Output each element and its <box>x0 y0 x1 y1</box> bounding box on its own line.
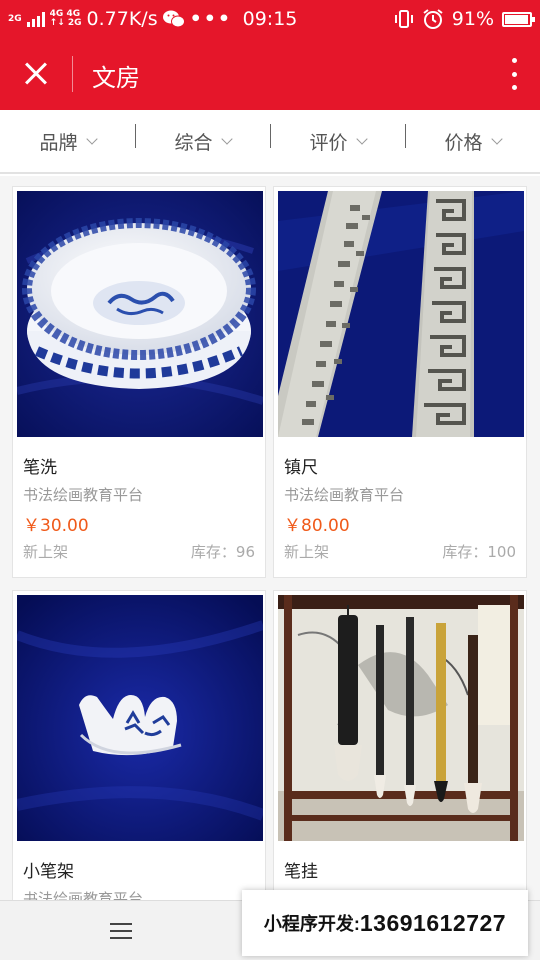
product-store: 书法绘画教育平台 <box>284 486 405 504</box>
battery-percent: 91% <box>451 8 494 30</box>
product-image-brush-washer <box>17 191 263 437</box>
contact-banner[interactable]: 小程序开发: 13691612727 <box>242 890 528 956</box>
product-stock: 库存：96 <box>190 543 255 561</box>
page-title: 文房 <box>92 64 140 92</box>
product-card[interactable]: 镇尺 书法绘画教育平台 ￥80.00 新上架 库存：100 <box>273 186 527 578</box>
product-name: 镇尺 <box>284 458 318 478</box>
alarm-icon <box>423 9 443 29</box>
filter-price[interactable]: 价格 <box>405 123 540 155</box>
chevron-down-icon <box>490 133 503 145</box>
product-image-brush-rest <box>17 595 263 841</box>
contact-label: 小程序开发: <box>263 914 360 934</box>
product-store: 书法绘画教育平台 <box>23 486 144 504</box>
vibrate-icon <box>394 10 413 28</box>
product-image-paperweight <box>278 191 524 437</box>
battery-icon <box>502 11 535 27</box>
product-tag: 新上架 <box>284 543 330 561</box>
filter-overall[interactable]: 综合 <box>135 123 270 155</box>
more-options-icon[interactable] <box>510 58 518 90</box>
chevron-down-icon <box>355 133 368 145</box>
filter-bar: 品牌 综合 评价 价格 <box>0 110 540 174</box>
product-stock: 库存：100 <box>442 543 516 561</box>
product-name: 笔洗 <box>23 458 57 478</box>
product-name: 小笔架 <box>23 862 74 882</box>
title-divider <box>72 56 73 92</box>
filter-label: 品牌 <box>39 131 78 154</box>
filter-label: 综合 <box>174 131 213 154</box>
menu-icon[interactable] <box>110 923 132 939</box>
product-card[interactable]: 笔挂 <box>273 590 527 900</box>
product-store: 书法绘画教育平台 <box>23 890 144 900</box>
product-grid: 笔洗 书法绘画教育平台 ￥30.00 新上架 库存：96 镇尺 书法绘画教育平台… <box>0 176 540 900</box>
chevron-down-icon <box>85 133 98 145</box>
close-icon[interactable] <box>18 56 54 92</box>
filter-label: 评价 <box>309 131 348 154</box>
contact-phone: 13691612727 <box>359 909 507 936</box>
chevron-down-icon <box>220 133 233 145</box>
filter-brand[interactable]: 品牌 <box>0 128 135 155</box>
filter-rating[interactable]: 评价 <box>270 123 405 155</box>
filter-label: 价格 <box>444 131 483 154</box>
product-tag: 新上架 <box>23 543 69 561</box>
product-image-brush-rack <box>278 595 524 841</box>
product-price: ￥30.00 <box>23 516 89 536</box>
title-bar: 文房 <box>0 38 540 110</box>
product-name: 笔挂 <box>284 862 318 882</box>
status-bar: 2G 4G 4G ↑↓ 2G 0.77K/s ••• 09:15 91% <box>0 0 540 38</box>
product-price: ￥80.00 <box>284 516 350 536</box>
product-card[interactable]: 笔洗 书法绘画教育平台 ￥30.00 新上架 库存：96 <box>12 186 266 578</box>
product-card[interactable]: 小笔架 书法绘画教育平台 <box>12 590 266 900</box>
